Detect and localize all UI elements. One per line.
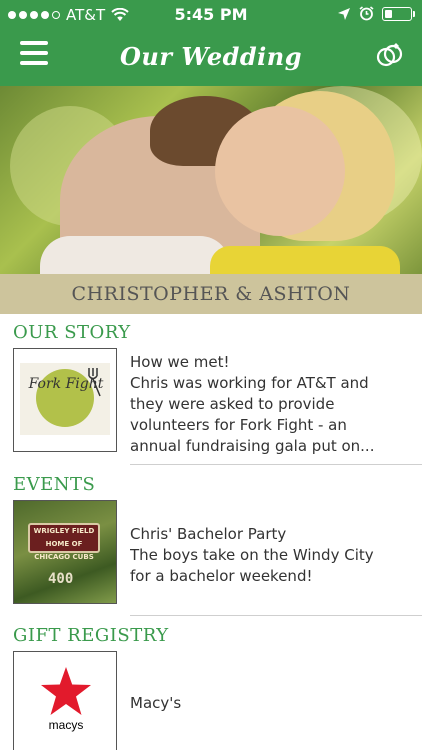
status-right-group bbox=[337, 6, 415, 21]
nav-bar: Our Wedding bbox=[0, 30, 422, 86]
couple-names: CHRISTOPHER & ASHTON bbox=[71, 283, 351, 305]
wedding-rings-icon[interactable] bbox=[376, 42, 404, 68]
wrigley-sign: WRIGLEY FIELD HOME OF CHICAGO CUBS bbox=[28, 523, 100, 561]
location-arrow-icon bbox=[338, 7, 350, 20]
divider bbox=[130, 615, 422, 616]
battery-icon bbox=[382, 6, 415, 21]
macys-star-icon bbox=[41, 667, 91, 715]
status-bar: AT&T 5:45 PM bbox=[0, 0, 422, 30]
story-line: they were asked to provide bbox=[130, 395, 335, 413]
registry-name: Macy's bbox=[130, 694, 182, 712]
our-story-heading[interactable]: OUR STORY bbox=[13, 322, 131, 343]
event-heading: Chris' Bachelor Party bbox=[130, 525, 287, 543]
fork-icon bbox=[88, 368, 101, 397]
gift-registry-heading[interactable]: GIFT REGISTRY bbox=[13, 625, 169, 646]
event-line: The boys take on the Windy City bbox=[130, 546, 374, 564]
bachelor-party-thumbnail[interactable]: WRIGLEY FIELD HOME OF CHICAGO CUBS 400 bbox=[13, 500, 117, 604]
fork-fight-thumbnail[interactable]: Fork Fight bbox=[13, 348, 117, 452]
events-heading[interactable]: EVENTS bbox=[13, 474, 95, 495]
story-heading: How we met! bbox=[130, 353, 230, 371]
registry-item-text[interactable]: Macy's bbox=[130, 693, 410, 714]
outfield-number: 400 bbox=[48, 571, 74, 587]
macys-logo-text: macys bbox=[48, 718, 84, 732]
couple-hero-photo bbox=[0, 86, 422, 274]
story-line: Chris was working for AT&T and bbox=[130, 374, 369, 392]
alarm-clock-icon bbox=[359, 6, 374, 21]
couple-names-band: CHRISTOPHER & ASHTON bbox=[0, 274, 422, 314]
event-line: for a bachelor weekend! bbox=[130, 567, 313, 585]
divider bbox=[130, 464, 422, 465]
story-item-text[interactable]: How we met! Chris was working for AT&T a… bbox=[130, 352, 410, 457]
event-item-text[interactable]: Chris' Bachelor Party The boys take on t… bbox=[130, 524, 410, 587]
story-line: annual fundraising gala put on... bbox=[130, 437, 375, 455]
story-line: volunteers for Fork Fight - an bbox=[130, 416, 347, 434]
app-title: Our Wedding bbox=[119, 42, 303, 71]
macys-thumbnail[interactable]: macys bbox=[13, 651, 117, 750]
